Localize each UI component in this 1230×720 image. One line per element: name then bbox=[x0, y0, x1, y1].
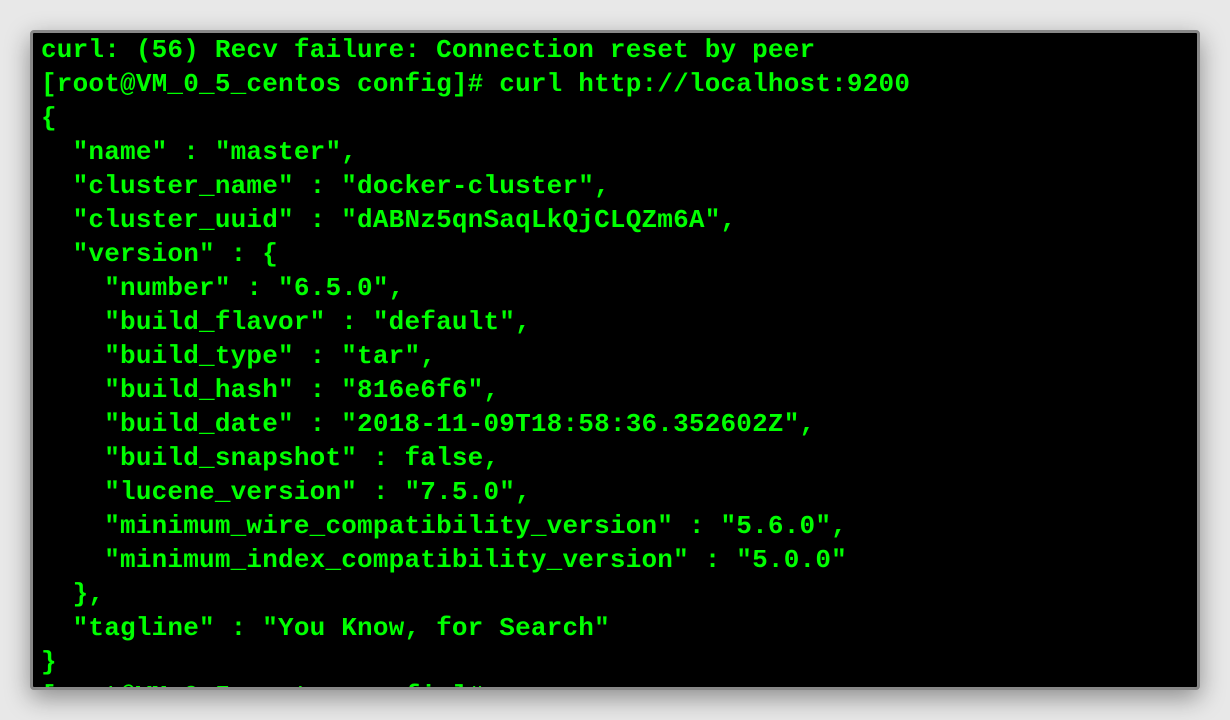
json-build-type-line: "build_type" : "tar", bbox=[41, 341, 436, 371]
json-number-line: "number" : "6.5.0", bbox=[41, 273, 404, 303]
terminal-prompt-line-2: [root@VM_0_5_centos config]# bbox=[41, 681, 483, 690]
json-min-wire-line: "minimum_wire_compatibility_version" : "… bbox=[41, 511, 847, 541]
json-cluster-name-line: "cluster_name" : "docker-cluster", bbox=[41, 171, 610, 201]
terminal-line-error: curl: (56) Recv failure: Connection rese… bbox=[41, 35, 815, 65]
json-build-flavor-line: "build_flavor" : "default", bbox=[41, 307, 531, 337]
json-build-hash-line: "build_hash" : "816e6f6", bbox=[41, 375, 499, 405]
json-build-date-line: "build_date" : "2018-11-09T18:58:36.3526… bbox=[41, 409, 815, 439]
json-min-index-line: "minimum_index_compatibility_version" : … bbox=[41, 545, 847, 575]
json-build-snapshot-line: "build_snapshot" : false, bbox=[41, 443, 499, 473]
json-name-line: "name" : "master", bbox=[41, 137, 357, 167]
terminal-window[interactable]: curl: (56) Recv failure: Connection rese… bbox=[30, 30, 1200, 690]
terminal-content: curl: (56) Recv failure: Connection rese… bbox=[41, 33, 1189, 690]
json-open-brace: { bbox=[41, 103, 57, 133]
json-close-brace: } bbox=[41, 647, 57, 677]
json-version-close-line: }, bbox=[41, 579, 104, 609]
json-lucene-version-line: "lucene_version" : "7.5.0", bbox=[41, 477, 531, 507]
json-tagline-line: "tagline" : "You Know, for Search" bbox=[41, 613, 610, 643]
json-version-open-line: "version" : { bbox=[41, 239, 278, 269]
json-cluster-uuid-line: "cluster_uuid" : "dABNz5qnSaqLkQjCLQZm6A… bbox=[41, 205, 736, 235]
terminal-prompt-line: [root@VM_0_5_centos config]# curl http:/… bbox=[41, 69, 910, 99]
